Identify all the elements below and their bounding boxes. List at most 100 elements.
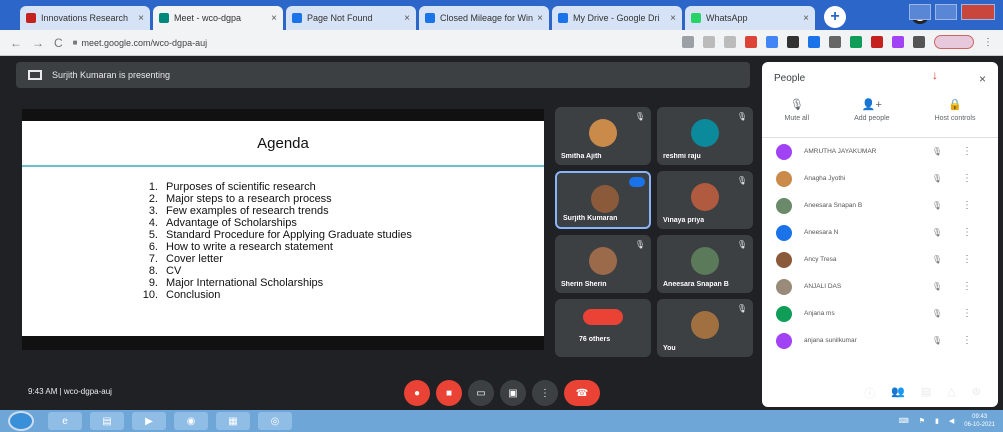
extension-icon[interactable] xyxy=(787,36,799,48)
key-icon[interactable] xyxy=(682,36,694,48)
mic-off-icon[interactable]: 🎙 xyxy=(932,336,942,345)
maximize-button[interactable] xyxy=(935,4,957,20)
info-icon[interactable]: ⓘ xyxy=(864,385,875,401)
people-panel: People ↓ × 🎙 Mute all 👤+ Add people 🔒 Ho… xyxy=(762,62,998,407)
host-controls-button[interactable]: 🔒 Host controls xyxy=(935,98,976,137)
chat-icon[interactable]: ▤ xyxy=(921,385,931,401)
browser-tab[interactable]: Innovations Research × xyxy=(20,6,150,30)
search-icon[interactable] xyxy=(703,36,715,48)
participant-tile[interactable]: 🎙 Aneesara Snapan B xyxy=(657,235,753,293)
system-clock[interactable]: 09:43 06-10-2021 xyxy=(964,413,995,429)
ie-icon[interactable]: e xyxy=(48,412,82,430)
extension-icon[interactable] xyxy=(808,36,820,48)
list-item[interactable]: Ancy Tresa 🎙 ⋮ xyxy=(762,246,998,273)
extension-icon[interactable] xyxy=(871,36,883,48)
list-item[interactable]: AMRUTHA JAYAKUMAR 🎙 ⋮ xyxy=(762,138,998,165)
windows-taskbar: e ▤ ▶ ◉ ▦ ◎ ⌨ ⚑ ▮ ◀ 09:43 06-10-2021 xyxy=(0,410,1003,432)
reload-button[interactable]: C xyxy=(54,36,63,50)
present-button[interactable]: ▣ xyxy=(500,380,526,406)
others-tile[interactable]: 76 others xyxy=(555,299,651,357)
profile-pill[interactable] xyxy=(934,35,974,49)
more-options-button[interactable]: ⋮ xyxy=(532,380,558,406)
list-item[interactable]: Anjana ms 🎙 ⋮ xyxy=(762,300,998,327)
participant-name: Aneesara N xyxy=(804,229,839,236)
leave-call-button[interactable]: ☎ xyxy=(564,380,600,406)
extension-icon[interactable] xyxy=(829,36,841,48)
tab-close-icon[interactable]: × xyxy=(537,13,543,24)
participant-name: ANJALI DAS xyxy=(804,283,842,290)
participant-name: Aneesara Snapan B xyxy=(804,202,863,209)
volume-icon[interactable]: ◀ xyxy=(949,417,954,425)
close-panel-button[interactable]: × xyxy=(979,72,986,86)
extension-icon[interactable] xyxy=(766,36,778,48)
browser-tab[interactable]: Closed Mileage for Win × xyxy=(419,6,549,30)
browser-tab[interactable]: My Drive - Google Dri × xyxy=(552,6,682,30)
folder-icon[interactable]: ▤ xyxy=(90,412,124,430)
browser-tab[interactable]: WhatsApp × xyxy=(685,6,815,30)
firefox-icon[interactable]: ◉ xyxy=(174,412,208,430)
forward-button[interactable]: → xyxy=(32,36,44,50)
people-icon[interactable]: 👥 xyxy=(891,385,905,401)
more-options-icon[interactable]: ⋮ xyxy=(962,227,972,238)
more-options-icon[interactable]: ⋮ xyxy=(962,173,972,184)
participant-tile[interactable]: 🎙 reshmi raju xyxy=(657,107,753,165)
browser-tab-active[interactable]: Meet - wco-dgpa × xyxy=(153,6,283,30)
list-item[interactable]: Aneesara Snapan B 🎙 ⋮ xyxy=(762,192,998,219)
activities-icon[interactable]: △ xyxy=(947,385,955,401)
more-options-icon[interactable]: ⋮ xyxy=(962,308,972,319)
browser-tab[interactable]: Page Not Found × xyxy=(286,6,416,30)
keyboard-icon[interactable]: ⌨ xyxy=(899,417,909,425)
extension-icon[interactable] xyxy=(850,36,862,48)
mic-off-icon[interactable]: 🎙 xyxy=(932,282,942,291)
camera-toggle-button[interactable]: ■ xyxy=(436,380,462,406)
chrome-icon[interactable]: ◎ xyxy=(258,412,292,430)
participant-tile[interactable]: 🎙 Sherin Sherin xyxy=(555,235,651,293)
more-options-icon[interactable]: ⋮ xyxy=(962,200,972,211)
tab-close-icon[interactable]: × xyxy=(803,13,809,24)
start-button[interactable] xyxy=(8,411,34,431)
more-options-icon[interactable]: ⋮ xyxy=(962,146,972,157)
tab-close-icon[interactable]: × xyxy=(138,13,144,24)
mic-toggle-button[interactable]: ● xyxy=(404,380,430,406)
new-tab-button[interactable]: + xyxy=(824,6,846,28)
mic-off-icon[interactable]: 🎙 xyxy=(932,201,942,210)
menu-icon[interactable]: ⋮ xyxy=(983,37,993,48)
tab-close-icon[interactable]: × xyxy=(271,13,277,24)
flag-icon[interactable]: ⚑ xyxy=(919,417,925,425)
media-player-icon[interactable]: ▶ xyxy=(132,412,166,430)
list-item[interactable]: Aneesara N 🎙 ⋮ xyxy=(762,219,998,246)
mic-off-icon[interactable]: 🎙 xyxy=(932,174,942,183)
mic-off-icon[interactable]: 🎙 xyxy=(932,255,942,264)
more-options-icon[interactable]: ⋮ xyxy=(962,254,972,265)
list-item[interactable]: ANJALI DAS 🎙 ⋮ xyxy=(762,273,998,300)
participant-tile-presenter[interactable]: Surjith Kumaran xyxy=(555,171,651,229)
drive-favicon-icon xyxy=(425,13,435,23)
minimize-button[interactable] xyxy=(909,4,931,20)
back-button[interactable]: ← xyxy=(10,36,22,50)
add-people-button[interactable]: 👤+ Add people xyxy=(854,98,889,137)
captions-button[interactable]: ▭ xyxy=(468,380,494,406)
list-item[interactable]: anjana sunilkumar 🎙 ⋮ xyxy=(762,327,998,354)
list-item[interactable]: Anagha Jyothi 🎙 ⋮ xyxy=(762,165,998,192)
participant-tile[interactable]: 🎙 Vinaya priya xyxy=(657,171,753,229)
meet-area: Surjith Kumaran is presenting Agenda 1. P… xyxy=(0,57,1003,410)
calculator-icon[interactable]: ▦ xyxy=(216,412,250,430)
window-close-button[interactable] xyxy=(961,4,995,20)
host-lock-icon[interactable]: ⊛ xyxy=(972,385,981,401)
puzzle-icon[interactable] xyxy=(913,36,925,48)
more-options-icon[interactable]: ⋮ xyxy=(962,335,972,346)
tab-close-icon[interactable]: × xyxy=(404,13,410,24)
more-options-icon[interactable]: ⋮ xyxy=(962,281,972,292)
mic-off-icon[interactable]: 🎙 xyxy=(932,309,942,318)
tab-close-icon[interactable]: × xyxy=(670,13,676,24)
extension-icon[interactable] xyxy=(892,36,904,48)
participant-tile[interactable]: 🎙 Smitha Ajith xyxy=(555,107,651,165)
mic-off-icon[interactable]: 🎙 xyxy=(932,147,942,156)
self-tile[interactable]: 🎙 You xyxy=(657,299,753,357)
url-field[interactable]: meet.google.com/wco-dgpa-auj xyxy=(82,38,208,48)
mic-off-icon[interactable]: 🎙 xyxy=(932,228,942,237)
mute-all-button[interactable]: 🎙 Mute all xyxy=(785,98,810,137)
extension-icon[interactable] xyxy=(745,36,757,48)
network-icon[interactable]: ▮ xyxy=(935,417,939,425)
star-icon[interactable] xyxy=(724,36,736,48)
